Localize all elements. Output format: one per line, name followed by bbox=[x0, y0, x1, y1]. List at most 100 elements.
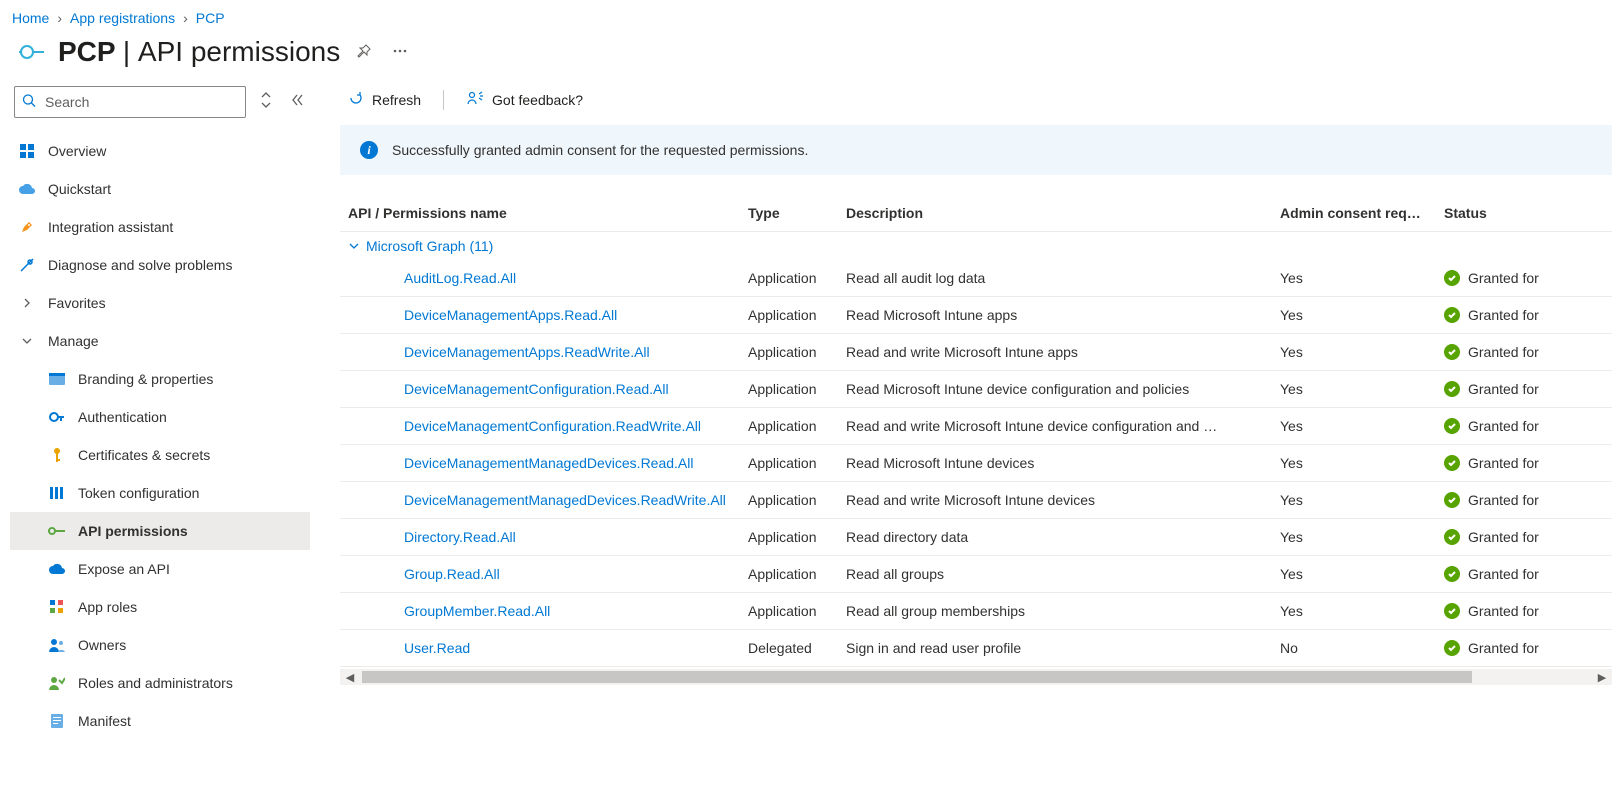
permission-description: Read Microsoft Intune devices bbox=[838, 445, 1272, 482]
breadcrumb-appreg[interactable]: App registrations bbox=[70, 10, 175, 26]
permission-name-link[interactable]: Group.Read.All bbox=[404, 566, 500, 582]
sidebar-section-favorites[interactable]: Favorites bbox=[10, 284, 310, 322]
status-text: Granted for bbox=[1468, 566, 1539, 582]
permission-group-row[interactable]: Microsoft Graph (11) bbox=[340, 232, 1612, 261]
table-row[interactable]: Group.Read.AllApplicationRead all groups… bbox=[340, 556, 1612, 593]
pin-icon[interactable] bbox=[352, 39, 376, 66]
table-row[interactable]: DeviceManagementConfiguration.Read.AllAp… bbox=[340, 371, 1612, 408]
roles-icon bbox=[48, 674, 66, 692]
permission-description: Read and write Microsoft Intune apps bbox=[838, 334, 1272, 371]
permission-description: Read all audit log data bbox=[838, 260, 1272, 297]
chevron-right-icon: › bbox=[183, 10, 188, 26]
sidebar-item-certificates[interactable]: Certificates & secrets bbox=[10, 436, 310, 474]
expand-icon[interactable] bbox=[258, 90, 274, 115]
cloud-icon bbox=[18, 180, 36, 198]
permission-admin-consent: Yes bbox=[1272, 334, 1436, 371]
app-roles-icon bbox=[48, 598, 66, 616]
scroll-thumb[interactable] bbox=[362, 671, 1472, 683]
table-row[interactable]: GroupMember.Read.AllApplicationRead all … bbox=[340, 593, 1612, 630]
breadcrumb-home[interactable]: Home bbox=[12, 10, 49, 26]
permission-name-link[interactable]: DeviceManagementManagedDevices.ReadWrite… bbox=[404, 492, 726, 508]
permission-type: Application bbox=[740, 445, 838, 482]
sidebar-item-roles[interactable]: Roles and administrators bbox=[10, 664, 310, 702]
more-icon[interactable] bbox=[388, 39, 412, 66]
table-row[interactable]: Directory.Read.AllApplicationRead direct… bbox=[340, 519, 1612, 556]
permission-name-link[interactable]: User.Read bbox=[404, 640, 470, 656]
sidebar-item-api-permissions[interactable]: API permissions bbox=[10, 512, 310, 550]
table-row[interactable]: DeviceManagementApps.Read.AllApplication… bbox=[340, 297, 1612, 334]
permission-status: Granted for bbox=[1436, 593, 1612, 630]
sidebar-item-label: Certificates & secrets bbox=[78, 447, 210, 463]
collapse-icon[interactable] bbox=[286, 91, 306, 113]
scroll-left-icon[interactable]: ◀ bbox=[342, 669, 358, 685]
permission-status: Granted for bbox=[1436, 260, 1612, 297]
page-title: PCP | API permissions bbox=[58, 36, 340, 68]
check-icon bbox=[1444, 307, 1460, 323]
table-row[interactable]: DeviceManagementManagedDevices.Read.All A… bbox=[340, 445, 1612, 482]
col-header-status[interactable]: Status bbox=[1436, 195, 1612, 232]
sidebar-item-label: Favorites bbox=[48, 295, 106, 311]
status-text: Granted for bbox=[1468, 455, 1539, 471]
page-title-app: PCP bbox=[58, 36, 115, 67]
refresh-button[interactable]: Refresh bbox=[340, 86, 429, 113]
sidebar-item-app-roles[interactable]: App roles bbox=[10, 588, 310, 626]
permission-description: Read Microsoft Intune device configurati… bbox=[838, 371, 1272, 408]
permission-name-link[interactable]: DeviceManagementApps.ReadWrite.All bbox=[404, 344, 650, 360]
permission-name-link[interactable]: DeviceManagementConfiguration.ReadWrite.… bbox=[404, 418, 701, 434]
sidebar-item-owners[interactable]: Owners bbox=[10, 626, 310, 664]
col-header-admin[interactable]: Admin consent req… bbox=[1272, 195, 1436, 232]
permission-admin-consent: Yes bbox=[1272, 482, 1436, 519]
feedback-button[interactable]: Got feedback? bbox=[458, 86, 591, 113]
permission-name-link[interactable]: AuditLog.Read.All bbox=[404, 270, 516, 286]
manifest-icon bbox=[48, 712, 66, 730]
sidebar-item-label: Roles and administrators bbox=[78, 675, 233, 691]
permission-name-link[interactable]: DeviceManagementConfiguration.Read.All bbox=[404, 381, 669, 397]
table-row[interactable]: AuditLog.Read.AllApplicationRead all aud… bbox=[340, 260, 1612, 297]
sidebar-item-integration[interactable]: Integration assistant bbox=[10, 208, 310, 246]
sidebar-nav: Overview Quickstart Integration assistan… bbox=[10, 132, 310, 740]
owners-icon bbox=[48, 636, 66, 654]
search-input[interactable] bbox=[14, 86, 246, 118]
sidebar-section-manage[interactable]: Manage bbox=[10, 322, 310, 360]
scroll-right-icon[interactable]: ▶ bbox=[1594, 669, 1610, 685]
sidebar-item-manifest[interactable]: Manifest bbox=[10, 702, 310, 740]
permission-name-link[interactable]: GroupMember.Read.All bbox=[404, 603, 550, 619]
chevron-down-icon bbox=[348, 240, 360, 252]
table-row[interactable]: User.ReadDelegatedSign in and read user … bbox=[340, 630, 1612, 667]
sidebar-item-token[interactable]: Token configuration bbox=[10, 474, 310, 512]
breadcrumb: Home › App registrations › PCP bbox=[0, 0, 1612, 34]
sidebar-item-expose[interactable]: Expose an API bbox=[10, 550, 310, 588]
permission-type: Delegated bbox=[740, 630, 838, 667]
horizontal-scrollbar[interactable]: ◀ ▶ bbox=[340, 669, 1612, 685]
sidebar-item-label: Token configuration bbox=[78, 485, 199, 501]
auth-icon bbox=[48, 408, 66, 426]
permission-name-link[interactable]: DeviceManagementManagedDevices.Read.All bbox=[404, 455, 694, 471]
group-toggle[interactable]: Microsoft Graph (11) bbox=[348, 238, 1604, 254]
col-header-type[interactable]: Type bbox=[740, 195, 838, 232]
sidebar-item-diagnose[interactable]: Diagnose and solve problems bbox=[10, 246, 310, 284]
permission-description: Read and write Microsoft Intune device c… bbox=[838, 408, 1272, 445]
page-title-divider: | bbox=[123, 36, 130, 67]
table-row[interactable]: DeviceManagementConfiguration.ReadWrite.… bbox=[340, 408, 1612, 445]
sidebar-item-quickstart[interactable]: Quickstart bbox=[10, 170, 310, 208]
breadcrumb-app[interactable]: PCP bbox=[196, 10, 225, 26]
permission-description: Read directory data bbox=[838, 519, 1272, 556]
permission-name-link[interactable]: DeviceManagementApps.Read.All bbox=[404, 307, 617, 323]
col-header-desc[interactable]: Description bbox=[838, 195, 1272, 232]
group-label[interactable]: Microsoft Graph (11) bbox=[366, 238, 493, 254]
check-icon bbox=[1444, 344, 1460, 360]
rocket-icon bbox=[18, 218, 36, 236]
table-header-row: API / Permissions name Type Description … bbox=[340, 195, 1612, 232]
check-icon bbox=[1444, 566, 1460, 582]
permission-status: Granted for bbox=[1436, 482, 1612, 519]
table-row[interactable]: DeviceManagementManagedDevices.ReadWrite… bbox=[340, 482, 1612, 519]
feedback-icon bbox=[466, 90, 484, 109]
permission-name-link[interactable]: Directory.Read.All bbox=[404, 529, 516, 545]
sidebar-item-overview[interactable]: Overview bbox=[10, 132, 310, 170]
table-row[interactable]: DeviceManagementApps.ReadWrite.AllApplic… bbox=[340, 334, 1612, 371]
sidebar-item-authentication[interactable]: Authentication bbox=[10, 398, 310, 436]
status-text: Granted for bbox=[1468, 381, 1539, 397]
col-header-name[interactable]: API / Permissions name bbox=[340, 195, 740, 232]
sidebar-item-branding[interactable]: Branding & properties bbox=[10, 360, 310, 398]
permission-status: Granted for bbox=[1436, 297, 1612, 334]
